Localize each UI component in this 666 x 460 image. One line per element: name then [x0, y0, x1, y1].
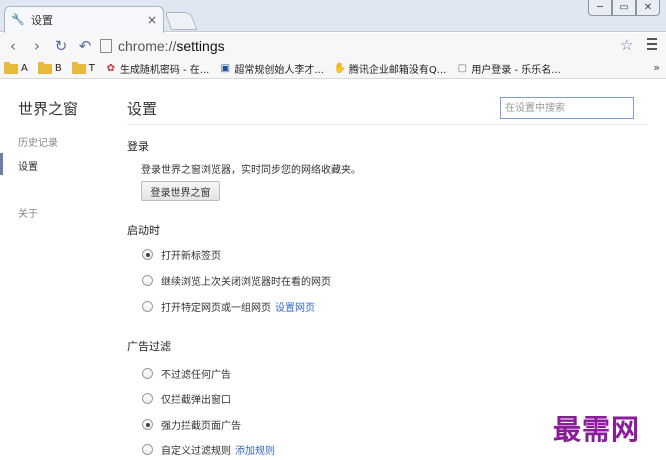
folder-icon — [37, 61, 52, 74]
radio-label: 自定义过滤规则 — [161, 446, 231, 457]
menu-icon[interactable] — [645, 37, 659, 51]
radio-label: 仅拦截弹出窗口 — [161, 395, 231, 406]
bookmark-folder-a[interactable]: A — [4, 61, 28, 74]
bookmark-label: T — [88, 63, 95, 74]
bookmark-folder-t[interactable]: T — [71, 61, 95, 74]
chevron-more-icon[interactable]: » — [653, 61, 660, 74]
radio-label: 打开新标签页 — [161, 251, 221, 262]
add-rule-link[interactable]: 添加规则 — [235, 442, 275, 457]
sidebar-item-about[interactable]: 关于 — [18, 205, 38, 220]
radio-button[interactable] — [142, 275, 153, 286]
radio-label: 打开特定网页或一组网页 — [161, 303, 271, 314]
hand-icon: ✋ — [333, 62, 347, 74]
folder-icon — [71, 61, 86, 74]
signin-button[interactable]: 登录世界之窗 — [141, 181, 220, 201]
bookmark-label: 用户登录 - 乐乐名... — [471, 65, 561, 76]
address-bar[interactable]: chrome:// settings — [100, 35, 640, 57]
watermark: 最需网 — [553, 413, 641, 446]
star-icon[interactable]: ☆ — [620, 36, 633, 54]
back-button[interactable]: ‹ — [2, 35, 24, 57]
undo-button[interactable]: ↶ — [74, 35, 96, 57]
bookmark-label: A — [21, 63, 28, 74]
page-title: 设置 — [127, 100, 158, 118]
adfilter-heading: 广告过滤 — [127, 340, 171, 353]
settings-main: 设置 登录 登录世界之窗浏览器，实时同步您的网络收藏夹。 登录世界之窗 启动时 … — [110, 80, 666, 460]
radio-option[interactable]: 不过滤任何广告 — [142, 366, 231, 381]
radio-label: 继续浏览上次关闭浏览器时在看的网页 — [161, 277, 331, 288]
url-path: settings — [176, 38, 225, 54]
window-controls: ─ ▭ ✕ — [588, 0, 660, 16]
radio-option[interactable]: 打开新标签页 — [142, 247, 221, 262]
new-tab-button[interactable] — [164, 12, 198, 30]
sidebar-item-settings[interactable]: 设置 — [18, 158, 38, 173]
radio-option[interactable]: 打开特定网页或一组网页 设置网页 — [142, 299, 315, 314]
radio-button[interactable] — [142, 444, 153, 455]
wrench-icon: 🔧 — [11, 13, 25, 26]
signin-description: 登录世界之窗浏览器，实时同步您的网络收藏夹。 — [141, 165, 361, 176]
radio-option[interactable]: 强力拦截页面广告 — [142, 417, 241, 432]
title-bar: 🔧 设置 × ─ ▭ ✕ — [0, 0, 666, 33]
reload-button[interactable]: ↻ — [50, 35, 72, 57]
sidebar-item-history[interactable]: 历史记录 — [18, 134, 58, 149]
folder-icon — [4, 61, 18, 74]
page-icon — [100, 39, 112, 53]
divider — [127, 124, 647, 125]
radio-button[interactable] — [142, 393, 153, 404]
flower-icon: ✿ — [106, 62, 116, 74]
minimize-button[interactable]: ─ — [588, 0, 612, 16]
radio-option[interactable]: 继续浏览上次关闭浏览器时在看的网页 — [142, 273, 331, 288]
bookmark-user-login[interactable]: ▢ 用户登录 - 乐乐名... — [456, 61, 561, 77]
active-indicator — [0, 153, 3, 175]
radio-button[interactable] — [142, 368, 153, 379]
site-icon: ▣ — [220, 62, 231, 74]
bookmark-founder[interactable]: ▣ 超常规创始人李才... — [219, 61, 324, 77]
maximize-button[interactable]: ▭ — [612, 0, 636, 16]
startup-heading: 启动时 — [127, 224, 160, 237]
sidebar-title: 世界之窗 — [18, 100, 79, 118]
close-window-button[interactable]: ✕ — [636, 0, 660, 16]
set-pages-link[interactable]: 设置网页 — [275, 299, 315, 314]
bookmark-label: 生成随机密码 - 在... — [119, 65, 210, 76]
bookmark-folder-b[interactable]: B — [37, 61, 62, 74]
sidebar: 世界之窗 历史记录 设置 关于 — [0, 80, 110, 460]
bookmarks-bar: A B T ✿ 生成随机密码 - 在... ▣ 超常规创始人李才... ✋ 腾讯… — [0, 59, 666, 79]
bookmark-tencent-mail[interactable]: ✋ 腾讯企业邮箱没有Q... — [333, 61, 447, 77]
forward-button[interactable]: › — [26, 35, 48, 57]
radio-button[interactable] — [142, 419, 153, 430]
radio-option[interactable]: 仅拦截弹出窗口 — [142, 391, 231, 406]
close-icon[interactable]: × — [147, 13, 157, 27]
radio-label: 不过滤任何广告 — [161, 370, 231, 381]
bookmark-label: B — [54, 63, 62, 74]
radio-button[interactable] — [142, 249, 153, 260]
tab-settings[interactable]: 🔧 设置 × — [4, 6, 164, 33]
url-scheme: chrome:// — [118, 38, 177, 54]
page-icon: ▢ — [457, 62, 468, 74]
signin-heading: 登录 — [127, 140, 149, 153]
bookmark-label: 超常规创始人李才... — [234, 65, 324, 76]
radio-label: 强力拦截页面广告 — [161, 421, 241, 432]
bookmark-password-generator[interactable]: ✿ 生成随机密码 - 在... — [105, 61, 210, 77]
toolbar: ‹ › ↻ ↶ chrome:// settings ☆ — [0, 33, 666, 59]
bookmark-label: 腾讯企业邮箱没有Q... — [348, 65, 447, 76]
search-input[interactable] — [500, 97, 634, 119]
radio-option[interactable]: 自定义过滤规则 添加规则 — [142, 442, 275, 457]
radio-button[interactable] — [142, 301, 153, 312]
tab-title: 设置 — [31, 14, 53, 27]
